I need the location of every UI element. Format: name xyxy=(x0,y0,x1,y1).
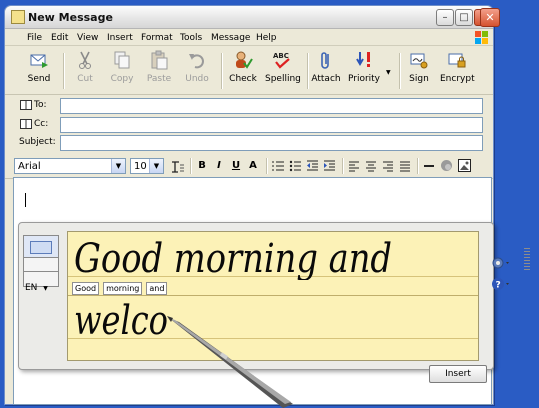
spelling-button[interactable]: ABC Spelling xyxy=(265,50,301,84)
menu-insert[interactable]: Insert xyxy=(107,33,133,43)
menu-edit[interactable]: Edit xyxy=(51,33,68,43)
address-book-icon[interactable] xyxy=(20,119,32,129)
stylus-pen-icon xyxy=(167,316,293,408)
chevron-down-icon: ▼ xyxy=(43,285,48,292)
paragraph-style-icon[interactable] xyxy=(171,160,185,174)
chevron-down-icon: ▼ xyxy=(111,159,125,173)
input-panel-close-button[interactable]: ✕ xyxy=(480,8,500,27)
attach-button[interactable]: Attach xyxy=(311,50,341,84)
toolbar-separator xyxy=(342,158,344,174)
chevron-down-icon: ▼ xyxy=(149,159,163,173)
to-label: To: xyxy=(34,100,47,110)
maximize-button[interactable]: □ xyxy=(455,9,473,26)
writing-pad-mode-button[interactable] xyxy=(23,235,59,259)
recognized-word[interactable]: Good xyxy=(72,282,100,295)
undo-button[interactable]: Undo xyxy=(183,50,211,84)
svg-text:welco: welco xyxy=(74,298,168,342)
check-names-icon xyxy=(236,51,253,69)
recognized-word[interactable]: and xyxy=(146,282,168,295)
align-center-icon[interactable] xyxy=(365,160,377,172)
handwriting-ink-line-1: Good morning and xyxy=(74,236,392,280)
subject-label: Subject: xyxy=(19,137,56,147)
panel-grip-handle[interactable] xyxy=(524,248,530,272)
bold-button[interactable]: B xyxy=(195,160,209,171)
align-left-icon[interactable] xyxy=(348,160,360,172)
hyperlink-icon[interactable] xyxy=(440,159,453,172)
svg-text:Good morning and: Good morning and xyxy=(74,236,392,280)
sign-icon xyxy=(410,53,428,69)
justify-icon[interactable] xyxy=(399,160,411,172)
toolbar-separator xyxy=(417,158,419,174)
window-title: New Message xyxy=(28,11,113,24)
paperclip-icon xyxy=(321,52,329,69)
formatting-toolbar: Arial ▼ 10 ▼ B I U A xyxy=(5,156,493,179)
copy-button[interactable]: Copy xyxy=(108,50,136,84)
windows-logo-icon xyxy=(475,31,488,44)
recognized-words: Good morning and xyxy=(72,282,168,295)
decrease-indent-icon[interactable] xyxy=(306,160,319,172)
menu-view[interactable]: View xyxy=(77,33,98,43)
message-icon xyxy=(11,10,25,24)
menu-message[interactable]: Message xyxy=(211,33,250,43)
check-names-button[interactable]: Check xyxy=(227,50,259,84)
cut-button[interactable]: Cut xyxy=(71,50,99,84)
increase-indent-icon[interactable] xyxy=(323,160,336,172)
text-caret xyxy=(25,193,26,207)
send-icon xyxy=(30,54,48,68)
paste-button[interactable]: Paste xyxy=(145,50,173,84)
line-divider xyxy=(68,295,478,296)
svg-text:ABC: ABC xyxy=(273,52,289,60)
horizontal-line-icon[interactable] xyxy=(423,160,435,172)
encrypt-button[interactable]: Encrypt xyxy=(440,50,475,84)
priority-button[interactable]: Priority xyxy=(347,50,381,84)
align-right-icon[interactable] xyxy=(382,160,394,172)
send-button[interactable]: Send xyxy=(25,50,53,84)
minimize-button[interactable]: – xyxy=(436,9,454,26)
gear-icon[interactable] xyxy=(490,255,512,271)
scissors-icon xyxy=(79,51,91,69)
toolbar-separator xyxy=(221,53,223,89)
toolbar-separator xyxy=(399,53,401,89)
menu-tools[interactable]: Tools xyxy=(180,33,202,43)
italic-button[interactable]: I xyxy=(212,160,226,171)
title-bar[interactable]: New Message – □ ✕ xyxy=(5,6,493,29)
address-book-icon[interactable] xyxy=(20,100,32,110)
toolbar-separator xyxy=(190,158,192,174)
svg-text:?: ? xyxy=(496,281,501,291)
copy-icon xyxy=(114,51,130,69)
undo-icon xyxy=(189,54,204,69)
help-icon[interactable]: ? xyxy=(490,276,512,292)
bullet-list-icon[interactable] xyxy=(289,160,302,172)
menu-file[interactable]: File xyxy=(27,33,42,43)
numbered-list-icon[interactable] xyxy=(272,160,285,172)
sign-button[interactable]: Sign xyxy=(406,50,432,84)
menu-bar: File Edit View Insert Format Tools Messa… xyxy=(5,30,493,46)
toolbar: Send Cut Copy Paste Undo Check ABC Spell… xyxy=(5,47,493,95)
language-selector[interactable]: EN ▼ xyxy=(25,283,48,293)
cc-field[interactable] xyxy=(60,117,483,133)
underline-button[interactable]: U xyxy=(229,160,243,171)
spelling-icon: ABC xyxy=(273,52,290,69)
paste-icon xyxy=(151,50,168,70)
toolbar-separator xyxy=(63,53,65,89)
font-select[interactable]: Arial ▼ xyxy=(14,158,126,174)
to-field[interactable] xyxy=(60,98,483,114)
toolbar-separator xyxy=(307,53,309,89)
subject-field[interactable] xyxy=(60,135,483,151)
encrypt-icon xyxy=(448,53,466,68)
insert-button[interactable]: Insert xyxy=(429,365,487,383)
menu-help[interactable]: Help xyxy=(256,33,277,43)
priority-dropdown-arrow-icon[interactable]: ▼ xyxy=(386,69,391,76)
menu-format[interactable]: Format xyxy=(141,33,173,43)
font-color-button[interactable]: A xyxy=(246,160,260,171)
cc-label: Cc: xyxy=(34,119,49,129)
recognized-word[interactable]: morning xyxy=(103,282,143,295)
insert-picture-icon[interactable] xyxy=(458,159,471,172)
priority-icon xyxy=(356,52,370,67)
toolbar-separator xyxy=(266,158,268,174)
font-size-select[interactable]: 10 ▼ xyxy=(130,158,164,174)
